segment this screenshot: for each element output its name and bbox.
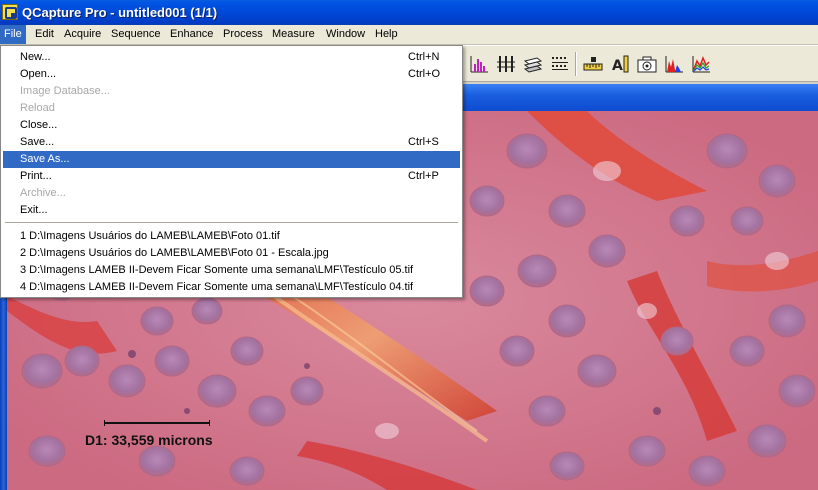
menu-item-print[interactable]: Print... Ctrl+P	[3, 168, 460, 185]
layers-icon[interactable]	[522, 53, 544, 75]
measurement-label: D1: 33,559 microns	[85, 432, 213, 448]
menu-item-new[interactable]: New... Ctrl+N	[3, 49, 460, 66]
menu-help[interactable]: Help	[371, 25, 402, 44]
menu-item-image-database-label: Image Database...	[20, 85, 110, 97]
menu-item-open-label: Open...	[20, 68, 57, 80]
menu-item-save[interactable]: Save... Ctrl+S	[3, 134, 460, 151]
camera-icon[interactable]	[636, 53, 658, 75]
menu-measure[interactable]: Measure	[268, 25, 319, 44]
grid-dots-icon[interactable]	[549, 53, 571, 75]
recent-file-3-label: 3 D:\Imagens LAMEB II-Devem Ficar Soment…	[20, 264, 414, 276]
menu-item-save-shortcut: Ctrl+S	[408, 136, 439, 148]
text-annotation-icon[interactable]: A	[609, 53, 631, 75]
menu-item-save-as-label: Save As...	[20, 153, 70, 165]
menu-item-archive[interactable]: Archive...	[3, 185, 460, 202]
menu-item-archive-label: Archive...	[20, 187, 66, 199]
svg-text:A: A	[612, 58, 623, 74]
menu-item-print-shortcut: Ctrl+P	[408, 170, 439, 182]
menu-item-image-database[interactable]: Image Database...	[3, 83, 460, 100]
recent-file-1[interactable]: 1 D:\Imagens Usuários do LAMEB\LAMEB\Fot…	[3, 228, 460, 245]
recent-file-2[interactable]: 2 D:\Imagens Usuários do LAMEB\LAMEB\Fot…	[3, 245, 460, 262]
recent-file-3[interactable]: 3 D:\Imagens LAMEB II-Devem Ficar Soment…	[3, 262, 460, 279]
window-title: QCapture Pro - untitled001 (1/1)	[22, 5, 218, 20]
menu-item-close-label: Close...	[20, 119, 58, 131]
scale-bar	[104, 420, 210, 426]
ruler-icon[interactable]	[582, 53, 604, 75]
recent-file-2-label: 2 D:\Imagens Usuários do LAMEB\LAMEB\Fot…	[20, 247, 329, 259]
recent-file-4[interactable]: 4 D:\Imagens LAMEB II-Devem Ficar Soment…	[3, 279, 460, 296]
menu-item-new-shortcut: Ctrl+N	[408, 51, 440, 63]
recent-file-1-label: 1 D:\Imagens Usuários do LAMEB\LAMEB\Fot…	[20, 230, 280, 242]
menu-item-save-label: Save...	[20, 136, 55, 148]
title-bar[interactable]: QCapture Pro - untitled001 (1/1)	[0, 0, 818, 25]
menu-item-save-as[interactable]: Save As...	[3, 151, 460, 168]
menu-acquire[interactable]: Acquire	[60, 25, 105, 44]
menu-enhance[interactable]: Enhance	[166, 25, 217, 44]
menu-item-print-label: Print...	[20, 170, 52, 182]
menu-item-new-label: New...	[20, 51, 51, 63]
menu-item-open-shortcut: Ctrl+O	[408, 68, 441, 80]
menu-sequence[interactable]: Sequence	[107, 25, 165, 44]
menu-item-open[interactable]: Open... Ctrl+O	[3, 66, 460, 83]
color-histogram-icon[interactable]	[663, 53, 685, 75]
menu-item-reload[interactable]: Reload	[3, 100, 460, 117]
menu-window[interactable]: Window	[322, 25, 369, 44]
file-menu-dropdown: New... Ctrl+N Open... Ctrl+O Image Datab…	[0, 45, 463, 298]
vertical-lines-icon[interactable]	[495, 53, 517, 75]
menu-item-exit[interactable]: Exit...	[3, 202, 460, 219]
app-icon[interactable]	[2, 4, 18, 20]
toolbar-separator	[575, 52, 577, 76]
menu-separator	[5, 222, 458, 224]
menu-item-exit-label: Exit...	[20, 204, 48, 216]
line-profile-icon[interactable]	[690, 53, 712, 75]
histogram-plot-icon[interactable]	[468, 53, 490, 75]
menu-edit[interactable]: Edit	[31, 25, 58, 44]
menu-file[interactable]: File	[0, 25, 26, 44]
menu-bar: File Edit Acquire Sequence Enhance Proce…	[0, 25, 818, 45]
menu-item-close[interactable]: Close...	[3, 117, 460, 134]
menu-item-reload-label: Reload	[20, 102, 55, 114]
recent-file-4-label: 4 D:\Imagens LAMEB II-Devem Ficar Soment…	[20, 281, 414, 293]
menu-process[interactable]: Process	[219, 25, 267, 44]
